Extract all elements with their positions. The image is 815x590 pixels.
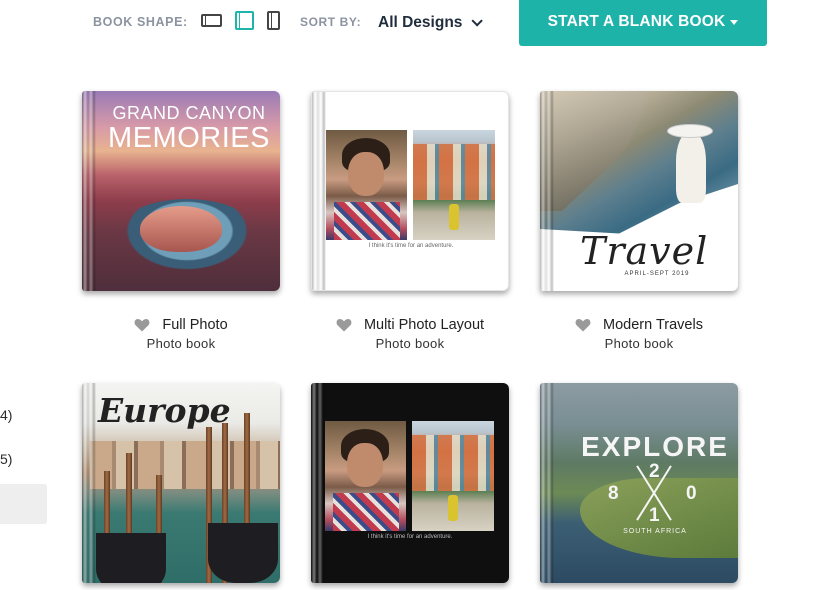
cover-caption: I think it's time for an adventure. xyxy=(367,534,453,540)
sort-by-label: SORT BY: xyxy=(300,15,362,29)
cover-subtitle: SOUTH AFRICA xyxy=(623,528,687,535)
book-title[interactable]: Multi Photo Layout xyxy=(364,317,484,333)
book-spine xyxy=(311,383,325,583)
book-title[interactable]: Modern Travels xyxy=(603,317,703,333)
start-blank-book-label: START A BLANK BOOK xyxy=(547,13,726,30)
toolbar: BOOK SHAPE: SORT BY: All Designs START A… xyxy=(0,0,815,56)
book-shape-label: BOOK SHAPE: xyxy=(93,15,188,29)
book-info: Multi Photo Layout Photo book xyxy=(311,317,509,351)
cover-image-detail xyxy=(140,206,222,252)
landscape-book-icon xyxy=(200,13,222,27)
cover-image-detail xyxy=(676,133,706,203)
start-blank-book-button[interactable]: START A BLANK BOOK xyxy=(519,0,767,46)
chevron-down-icon xyxy=(471,15,484,27)
cover-photo-left xyxy=(325,421,406,531)
book-info: Modern Travels Photo book xyxy=(540,317,738,351)
square-shape-button[interactable] xyxy=(232,8,256,32)
cover-number: 0 xyxy=(686,483,697,504)
book-spine xyxy=(540,91,554,291)
cover-photo-left xyxy=(326,130,407,240)
book-cover[interactable]: Europe xyxy=(82,383,280,583)
cover-number: 8 xyxy=(608,483,619,504)
cover-number: 1 xyxy=(649,505,660,526)
sidebar-filter-count[interactable]: 4) xyxy=(0,407,12,423)
book-title[interactable]: Full Photo xyxy=(162,317,227,333)
book-type: Photo book xyxy=(375,336,445,351)
heart-icon[interactable] xyxy=(336,318,352,332)
cover-image xyxy=(90,441,280,489)
book-cover[interactable]: EXPLORE 2 8 0 1 SOUTH AFRICA xyxy=(540,383,738,583)
book-spine xyxy=(312,92,326,290)
cover-photo-right xyxy=(413,130,495,240)
square-book-icon xyxy=(234,10,254,30)
book-cover[interactable]: Travel APRIL-SEPT 2019 xyxy=(540,91,738,291)
sidebar-button[interactable] xyxy=(0,484,47,524)
book-type: Photo book xyxy=(146,336,216,351)
cover-image-detail xyxy=(668,125,712,137)
cover-title: Travel xyxy=(580,229,709,273)
cover-title: GRAND CANYON xyxy=(112,103,266,123)
landscape-shape-button[interactable] xyxy=(199,8,223,32)
heart-icon[interactable] xyxy=(575,318,591,332)
sort-dropdown[interactable]: All Designs xyxy=(378,12,484,34)
cover-photo-right xyxy=(412,421,494,531)
cover-title: EXPLORE xyxy=(581,431,729,462)
book-spine xyxy=(82,383,96,583)
portrait-book-icon xyxy=(266,10,280,30)
caret-down-icon xyxy=(730,19,739,25)
cover-number: 2 xyxy=(649,461,660,482)
book-cover[interactable]: GRAND CANYON MEMORIES xyxy=(82,91,280,291)
book-type: Photo book xyxy=(604,336,674,351)
cover-dates: APRIL-SEPT 2019 xyxy=(624,271,690,277)
page: BOOK SHAPE: SORT BY: All Designs START A… xyxy=(0,0,815,590)
portrait-shape-button[interactable] xyxy=(264,8,282,32)
cover-image-detail xyxy=(96,533,166,583)
cover-caption: I think it's time for an adventure. xyxy=(368,243,454,249)
cover-title: Europe xyxy=(98,391,231,430)
book-spine xyxy=(82,91,96,291)
cover-image-detail xyxy=(208,523,278,583)
book-cover[interactable]: I think it's time for an adventure. xyxy=(311,91,509,291)
book-info: Full Photo Photo book xyxy=(82,317,280,351)
book-cover[interactable]: I think it's time for an adventure. xyxy=(311,383,509,583)
sort-value: All Designs xyxy=(378,14,463,31)
heart-icon[interactable] xyxy=(134,318,150,332)
book-spine xyxy=(540,383,554,583)
cover-title: MEMORIES xyxy=(108,122,270,154)
sidebar-filter-count[interactable]: 5) xyxy=(0,451,12,467)
